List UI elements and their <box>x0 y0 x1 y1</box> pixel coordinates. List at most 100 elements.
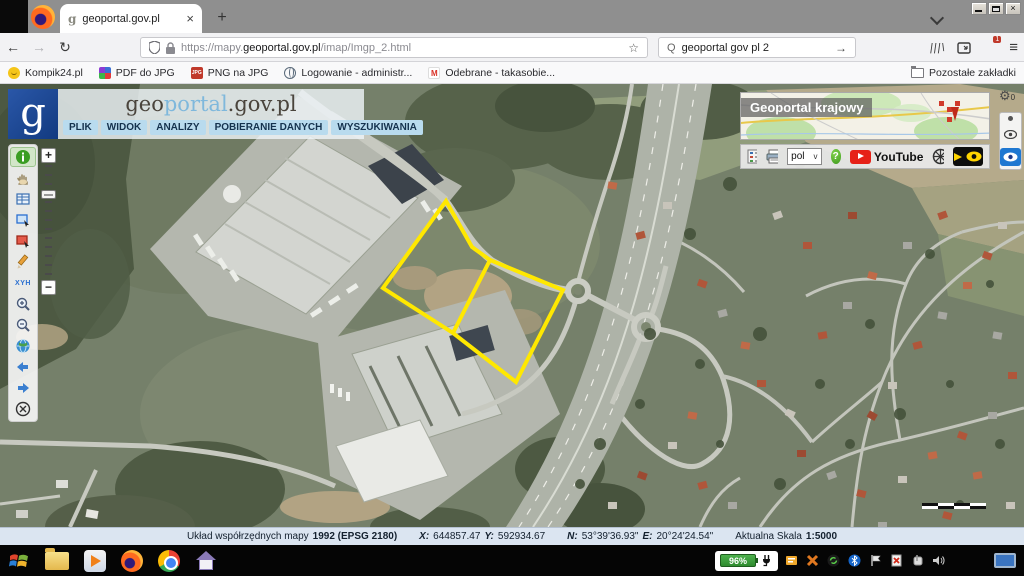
new-tab-button[interactable]: + <box>212 8 232 28</box>
clear-selection-button[interactable] <box>10 231 36 251</box>
list-tabs-chevron-icon[interactable] <box>930 10 944 24</box>
next-view-button[interactable] <box>10 378 36 398</box>
bookmarks-bar: Kompik24.pl PDF do JPG PNG na JPG Logowa… <box>0 62 1024 84</box>
print-icon[interactable] <box>766 149 778 164</box>
language-select[interactable]: polv <box>787 148 821 165</box>
zoom-out-tool-button[interactable] <box>10 315 36 335</box>
forward-button[interactable]: → <box>26 39 52 55</box>
select-area-button[interactable] <box>10 210 36 230</box>
menu-analizy[interactable]: ANALIZY <box>150 120 205 135</box>
attribute-table-button[interactable] <box>10 189 36 209</box>
zoom-slider-track[interactable] <box>45 165 52 278</box>
bookmark-item[interactable]: Logowanie - administr... <box>284 67 412 79</box>
eye-outline-icon[interactable] <box>1004 130 1017 139</box>
orange-x-tray-icon[interactable] <box>805 553 820 568</box>
sync-tray-icon[interactable] <box>826 553 841 568</box>
bluetooth-tray-icon[interactable] <box>847 553 862 568</box>
zoom-in-button[interactable]: + <box>41 148 56 163</box>
menu-widok[interactable]: WIDOK <box>101 120 147 135</box>
zoom-in-tool-button[interactable] <box>10 294 36 314</box>
pan-tool-button[interactable] <box>10 168 36 188</box>
search-submit-icon[interactable]: → <box>835 41 847 55</box>
bookmark-item[interactable]: PDF do JPG <box>99 67 175 79</box>
folder-icon <box>911 68 924 78</box>
youtube-link[interactable]: YouTube <box>850 150 924 164</box>
zoom-out-button[interactable]: − <box>41 280 56 295</box>
start-button[interactable] <box>8 551 30 571</box>
help-button[interactable]: ? <box>831 149 841 164</box>
bookmark-star-icon[interactable]: ☆ <box>628 41 639 55</box>
zoom-slider-handle[interactable] <box>41 190 56 199</box>
y-coordinate: 592934.67 <box>498 531 545 542</box>
notes-tray-icon[interactable] <box>784 553 799 568</box>
speaker-tray-icon[interactable] <box>931 553 946 568</box>
close-circle-icon <box>15 401 31 417</box>
url-bar[interactable]: https://mapy.geoportal.gov.pl/imap/Imgp_… <box>140 37 648 58</box>
geoportal-logo[interactable]: g <box>8 89 58 139</box>
firefox-taskbar-icon[interactable] <box>121 550 143 572</box>
identify-tool-button[interactable] <box>10 147 36 167</box>
menu-wyszukiwania[interactable]: WYSZUKIWANIA <box>331 120 422 135</box>
reload-button[interactable]: ↻ <box>52 39 78 56</box>
library-icon[interactable]: |||\ <box>929 42 946 54</box>
battery-level: 96% <box>720 554 756 567</box>
layer-visibility-panel <box>999 112 1022 170</box>
gear-icon: ⚙ <box>999 88 1011 103</box>
error-page-tray-icon[interactable] <box>889 553 904 568</box>
other-bookmarks-button[interactable]: Pozostałe zakładki <box>911 67 1016 79</box>
draw-tool-button[interactable] <box>10 252 36 272</box>
smiley-favicon-icon <box>8 67 20 79</box>
scale-value: 1:5000 <box>806 531 837 542</box>
wheel-icon[interactable] <box>932 148 944 165</box>
map-viewport[interactable]: g geoportal.gov.pl PLIK WIDOK ANALIZY PO… <box>0 84 1024 527</box>
active-layer-eye-button[interactable] <box>1000 148 1021 166</box>
crs-label: Układ współrzędnych mapy <box>187 531 309 542</box>
display-tray-icon[interactable] <box>994 553 1016 568</box>
map-settings-gear[interactable]: ⚙0 <box>999 88 1021 106</box>
media-player-icon[interactable] <box>84 550 106 572</box>
browser-tab[interactable]: g geoportal.gov.pl × <box>60 4 202 33</box>
cancel-tool-button[interactable] <box>10 399 36 419</box>
touch-tray-icon[interactable] <box>910 553 925 568</box>
xyh-coordinates-button[interactable]: XYH <box>10 273 36 293</box>
home-app-icon[interactable] <box>195 551 217 571</box>
overview-map[interactable]: Geoportal krajowy <box>740 92 990 140</box>
eye-icon <box>966 151 982 162</box>
bookmark-item[interactable]: Kompik24.pl <box>8 67 83 79</box>
search-query[interactable]: geoportal gov pl 2 <box>682 42 769 54</box>
arrow-left-icon <box>15 359 31 375</box>
search-bar[interactable]: Q geoportal gov pl 2 → <box>658 37 856 58</box>
map-scale-bar <box>922 503 986 509</box>
map-settings-toolbar: polv ? YouTube <box>740 144 990 169</box>
scale-label: Aktualna Skala <box>735 531 802 542</box>
menu-pobieranie-danych[interactable]: POBIERANIE DANYCH <box>209 120 329 135</box>
window-close-button[interactable]: × <box>1005 2 1021 15</box>
legend-icon[interactable] <box>747 149 757 164</box>
jpg-favicon-icon <box>191 67 203 79</box>
ublock-shield-icon[interactable]: 1 <box>983 40 997 55</box>
desktop: g geoportal.gov.pl × + × ← → ↻ https://m… <box>0 0 1024 576</box>
dot-toggle-icon[interactable] <box>1008 116 1013 121</box>
tab-close-icon[interactable]: × <box>186 11 194 26</box>
bookmark-item[interactable]: PNG na JPG <box>191 67 269 79</box>
window-restore-button[interactable] <box>988 2 1004 15</box>
visibility-toggle-button[interactable] <box>953 147 983 166</box>
gear-badge: 0 <box>1011 93 1015 102</box>
battery-indicator[interactable]: 96% <box>715 551 778 571</box>
sidebar-icon[interactable] <box>957 41 971 55</box>
chrome-taskbar-icon[interactable] <box>158 550 180 572</box>
globe-icon <box>15 338 31 354</box>
menu-hamburger-icon[interactable]: ≡ <box>1009 39 1018 56</box>
flag-tray-icon[interactable] <box>868 553 883 568</box>
back-button[interactable]: ← <box>0 39 26 55</box>
xyh-label: XYH <box>15 280 31 287</box>
window-minimize-button[interactable] <box>971 2 987 15</box>
full-extent-button[interactable] <box>10 336 36 356</box>
youtube-play-icon <box>850 150 871 164</box>
menu-plik[interactable]: PLIK <box>63 120 98 135</box>
tracking-shield-icon[interactable] <box>149 41 160 54</box>
bookmark-item[interactable]: Odebrane - takasobie... <box>428 67 555 79</box>
firefox-logo-icon <box>31 5 55 29</box>
previous-view-button[interactable] <box>10 357 36 377</box>
file-explorer-icon[interactable] <box>45 552 69 570</box>
